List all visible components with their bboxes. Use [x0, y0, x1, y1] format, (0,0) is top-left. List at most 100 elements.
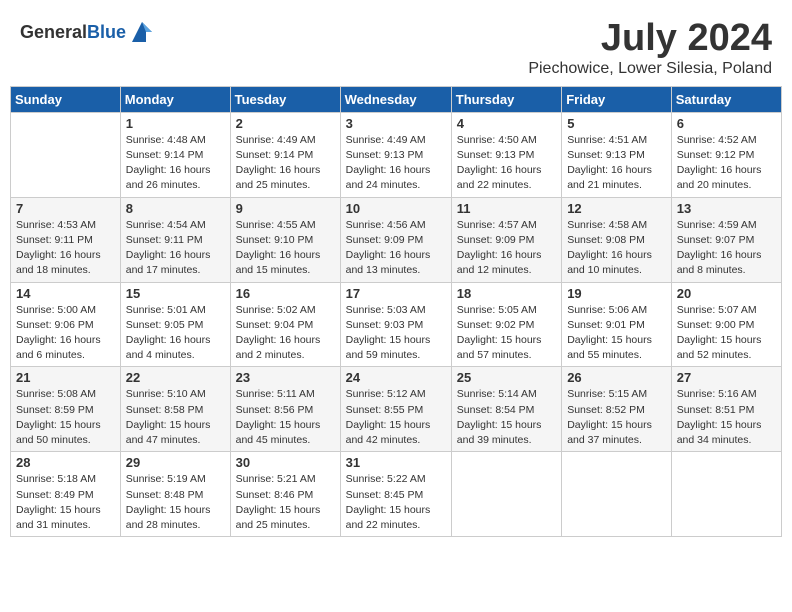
- weekday-header-saturday: Saturday: [671, 86, 781, 112]
- day-info: Sunrise: 4:50 AMSunset: 9:13 PMDaylight:…: [457, 133, 556, 194]
- day-info: Sunrise: 4:48 AMSunset: 9:14 PMDaylight:…: [126, 133, 225, 194]
- day-info: Sunrise: 4:49 AMSunset: 9:14 PMDaylight:…: [236, 133, 335, 194]
- weekday-header-monday: Monday: [120, 86, 230, 112]
- day-cell: 7 Sunrise: 4:53 AMSunset: 9:11 PMDaylight…: [11, 197, 121, 282]
- day-number: 2: [236, 116, 335, 131]
- day-number: 17: [346, 286, 446, 301]
- day-info: Sunrise: 5:15 AMSunset: 8:52 PMDaylight:…: [567, 387, 666, 448]
- calendar: SundayMondayTuesdayWednesdayThursdayFrid…: [10, 86, 782, 537]
- day-number: 27: [677, 370, 776, 385]
- day-info: Sunrise: 5:22 AMSunset: 8:45 PMDaylight:…: [346, 472, 446, 533]
- day-number: 28: [16, 455, 115, 470]
- day-info: Sunrise: 5:07 AMSunset: 9:00 PMDaylight:…: [677, 303, 776, 364]
- logo-blue: Blue: [87, 22, 126, 42]
- day-info: Sunrise: 5:06 AMSunset: 9:01 PMDaylight:…: [567, 303, 666, 364]
- day-cell: 11 Sunrise: 4:57 AMSunset: 9:09 PMDayligh…: [451, 197, 561, 282]
- day-number: 15: [126, 286, 225, 301]
- day-cell: 16Sunrise: 5:02 AMSunset: 9:04 PMDayligh…: [230, 282, 340, 367]
- day-number: 24: [346, 370, 446, 385]
- logo-icon: [128, 18, 156, 46]
- day-cell: 30Sunrise: 5:21 AMSunset: 8:46 PMDayligh…: [230, 452, 340, 537]
- day-number: 13: [677, 201, 776, 216]
- weekday-header-friday: Friday: [562, 86, 672, 112]
- day-info: Sunrise: 5:14 AMSunset: 8:54 PMDaylight:…: [457, 387, 556, 448]
- day-number: 7: [16, 201, 115, 216]
- day-cell: 5 Sunrise: 4:51 AMSunset: 9:13 PMDaylight…: [562, 112, 672, 197]
- day-cell: 4Sunrise: 4:50 AMSunset: 9:13 PMDaylight…: [451, 112, 561, 197]
- day-info: Sunrise: 4:55 AMSunset: 9:10 PMDaylight:…: [236, 218, 335, 279]
- day-info: Sunrise: 5:05 AMSunset: 9:02 PMDaylight:…: [457, 303, 556, 364]
- week-row-2: 7 Sunrise: 4:53 AMSunset: 9:11 PMDaylight…: [11, 197, 782, 282]
- day-cell: 28 Sunrise: 5:18 AMSunset: 8:49 PMDayligh…: [11, 452, 121, 537]
- day-info: Sunrise: 4:51 AMSunset: 9:13 PMDaylight:…: [567, 133, 666, 194]
- day-cell: 1 Sunrise: 4:48 AMSunset: 9:14 PMDaylight…: [120, 112, 230, 197]
- day-info: Sunrise: 5:19 AMSunset: 8:48 PMDaylight:…: [126, 472, 225, 533]
- title-area: July 2024 Piechowice, Lower Silesia, Pol…: [528, 18, 772, 78]
- week-row-3: 14 Sunrise: 5:00 AMSunset: 9:06 PMDayligh…: [11, 282, 782, 367]
- day-number: 12: [567, 201, 666, 216]
- day-cell: [562, 452, 672, 537]
- day-cell: 15Sunrise: 5:01 AMSunset: 9:05 PMDayligh…: [120, 282, 230, 367]
- day-info: Sunrise: 4:52 AMSunset: 9:12 PMDaylight:…: [677, 133, 776, 194]
- day-cell: 29 Sunrise: 5:19 AMSunset: 8:48 PMDayligh…: [120, 452, 230, 537]
- day-cell: 18 Sunrise: 5:05 AMSunset: 9:02 PMDayligh…: [451, 282, 561, 367]
- day-info: Sunrise: 4:49 AMSunset: 9:13 PMDaylight:…: [346, 133, 446, 194]
- day-info: Sunrise: 4:57 AMSunset: 9:09 PMDaylight:…: [457, 218, 556, 279]
- day-cell: 24Sunrise: 5:12 AMSunset: 8:55 PMDayligh…: [340, 367, 451, 452]
- day-number: 18: [457, 286, 556, 301]
- day-info: Sunrise: 5:10 AMSunset: 8:58 PMDaylight:…: [126, 387, 225, 448]
- day-number: 9: [236, 201, 335, 216]
- day-cell: 22 Sunrise: 5:10 AMSunset: 8:58 PMDayligh…: [120, 367, 230, 452]
- day-cell: [671, 452, 781, 537]
- logo-general: General: [20, 22, 87, 42]
- day-info: Sunrise: 5:03 AMSunset: 9:03 PMDaylight:…: [346, 303, 446, 364]
- day-cell: 12Sunrise: 4:58 AMSunset: 9:08 PMDayligh…: [562, 197, 672, 282]
- day-number: 5: [567, 116, 666, 131]
- day-number: 29: [126, 455, 225, 470]
- day-number: 26: [567, 370, 666, 385]
- day-cell: 31 Sunrise: 5:22 AMSunset: 8:45 PMDayligh…: [340, 452, 451, 537]
- weekday-header-thursday: Thursday: [451, 86, 561, 112]
- day-cell: 14 Sunrise: 5:00 AMSunset: 9:06 PMDayligh…: [11, 282, 121, 367]
- day-cell: 10Sunrise: 4:56 AMSunset: 9:09 PMDayligh…: [340, 197, 451, 282]
- weekday-header-sunday: Sunday: [11, 86, 121, 112]
- day-number: 3: [346, 116, 446, 131]
- day-number: 31: [346, 455, 446, 470]
- day-cell: 13Sunrise: 4:59 AMSunset: 9:07 PMDayligh…: [671, 197, 781, 282]
- day-number: 8: [126, 201, 225, 216]
- logo: GeneralBlue: [20, 18, 156, 46]
- day-info: Sunrise: 5:18 AMSunset: 8:49 PMDaylight:…: [16, 472, 115, 533]
- day-info: Sunrise: 4:56 AMSunset: 9:09 PMDaylight:…: [346, 218, 446, 279]
- day-cell: 25 Sunrise: 5:14 AMSunset: 8:54 PMDayligh…: [451, 367, 561, 452]
- day-cell: 21 Sunrise: 5:08 AMSunset: 8:59 PMDayligh…: [11, 367, 121, 452]
- day-info: Sunrise: 5:00 AMSunset: 9:06 PMDaylight:…: [16, 303, 115, 364]
- day-number: 6: [677, 116, 776, 131]
- week-row-5: 28 Sunrise: 5:18 AMSunset: 8:49 PMDayligh…: [11, 452, 782, 537]
- day-number: 19: [567, 286, 666, 301]
- day-number: 21: [16, 370, 115, 385]
- day-cell: 27 Sunrise: 5:16 AMSunset: 8:51 PMDayligh…: [671, 367, 781, 452]
- weekday-header-tuesday: Tuesday: [230, 86, 340, 112]
- week-row-1: 1 Sunrise: 4:48 AMSunset: 9:14 PMDaylight…: [11, 112, 782, 197]
- day-info: Sunrise: 5:02 AMSunset: 9:04 PMDaylight:…: [236, 303, 335, 364]
- day-cell: 2 Sunrise: 4:49 AMSunset: 9:14 PMDaylight…: [230, 112, 340, 197]
- month-title: July 2024: [528, 18, 772, 60]
- day-info: Sunrise: 4:53 AMSunset: 9:11 PMDaylight:…: [16, 218, 115, 279]
- day-number: 25: [457, 370, 556, 385]
- day-info: Sunrise: 5:16 AMSunset: 8:51 PMDaylight:…: [677, 387, 776, 448]
- day-info: Sunrise: 5:08 AMSunset: 8:59 PMDaylight:…: [16, 387, 115, 448]
- weekday-header-row: SundayMondayTuesdayWednesdayThursdayFrid…: [11, 86, 782, 112]
- day-cell: 20Sunrise: 5:07 AMSunset: 9:00 PMDayligh…: [671, 282, 781, 367]
- day-cell: 8 Sunrise: 4:54 AMSunset: 9:11 PMDaylight…: [120, 197, 230, 282]
- day-number: 22: [126, 370, 225, 385]
- day-cell: [451, 452, 561, 537]
- day-number: 11: [457, 201, 556, 216]
- day-info: Sunrise: 4:54 AMSunset: 9:11 PMDaylight:…: [126, 218, 225, 279]
- day-number: 14: [16, 286, 115, 301]
- day-info: Sunrise: 5:11 AMSunset: 8:56 PMDaylight:…: [236, 387, 335, 448]
- week-row-4: 21 Sunrise: 5:08 AMSunset: 8:59 PMDayligh…: [11, 367, 782, 452]
- location-title: Piechowice, Lower Silesia, Poland: [528, 60, 772, 78]
- day-cell: 3 Sunrise: 4:49 AMSunset: 9:13 PMDaylight…: [340, 112, 451, 197]
- day-number: 1: [126, 116, 225, 131]
- day-number: 23: [236, 370, 335, 385]
